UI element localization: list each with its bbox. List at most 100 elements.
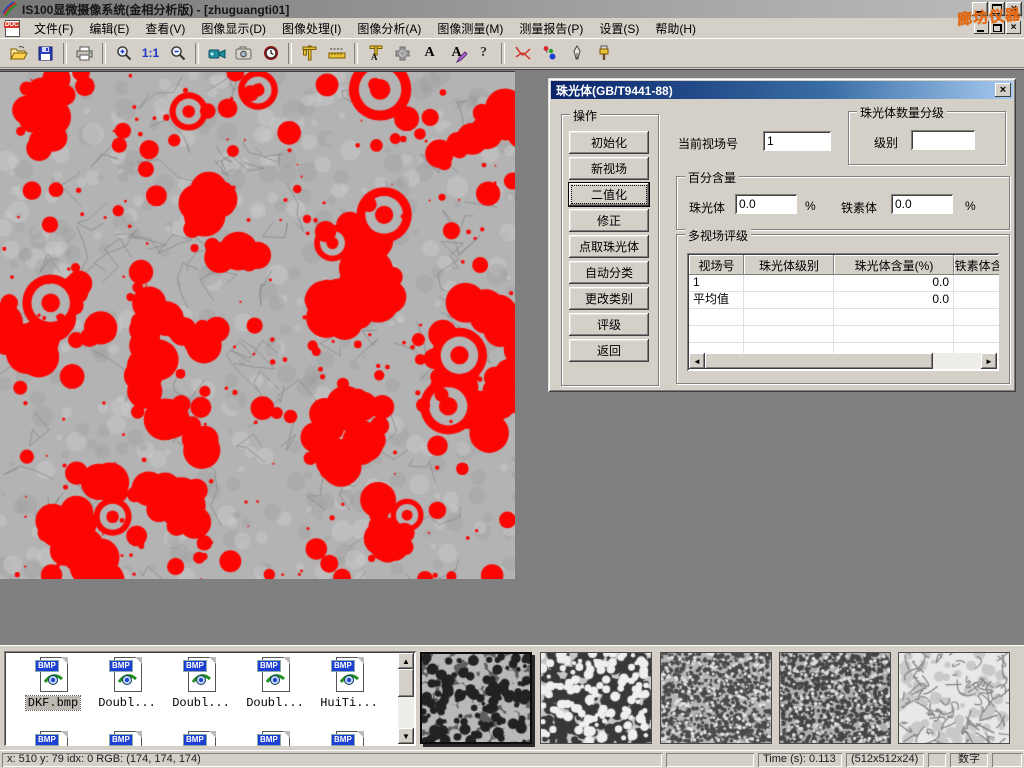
menu-bar: DOC 文件(F) 编辑(E) 查看(V) 图像显示(D) 图像处理(I) 图像…: [0, 18, 1024, 39]
col-field-number[interactable]: 视场号: [689, 255, 744, 275]
file-item[interactable]: BMP HuiTi...: [312, 657, 386, 710]
status-bar: x: 510 y: 79 idx: 0 RGB: (174, 174, 174)…: [0, 750, 1024, 768]
menu-report[interactable]: 测量报告(P): [511, 18, 591, 39]
file-name[interactable]: Doubl...: [244, 696, 306, 710]
actual-size-button[interactable]: 1:1: [137, 41, 164, 65]
file-item[interactable]: BMP: [238, 731, 312, 746]
sample-thumbnail-3[interactable]: [660, 652, 772, 744]
scroll-down-button[interactable]: ▼: [398, 728, 414, 744]
pointer-pen-button[interactable]: [563, 41, 590, 65]
bmp-file-icon: BMP: [331, 731, 367, 746]
ruler-button[interactable]: [323, 41, 350, 65]
grid-cross-button[interactable]: [389, 41, 416, 65]
table-row[interactable]: 1 0.0: [689, 275, 999, 292]
text-edit-button[interactable]: A: [443, 41, 470, 65]
col-ferrite-content[interactable]: 铁素体含量(%): [954, 255, 999, 275]
return-button[interactable]: 返回: [569, 339, 649, 362]
one-to-one-icon: 1:1: [142, 46, 159, 60]
dialog-titlebar[interactable]: 珠光体(GB/T9441-88): [551, 81, 1013, 99]
timer-button[interactable]: [257, 41, 284, 65]
zoom-in-button[interactable]: [110, 41, 137, 65]
toolbar-separator: [288, 43, 292, 64]
col-pearlite-level[interactable]: 珠光体级别: [744, 255, 834, 275]
pearlite-percent-input[interactable]: [735, 194, 797, 214]
table-row-empty: [689, 326, 999, 343]
menu-image-process[interactable]: 图像处理(I): [274, 18, 349, 39]
file-item[interactable]: BMP Doubl...: [90, 657, 164, 710]
metallograph-image[interactable]: [0, 71, 515, 579]
menu-view[interactable]: 查看(V): [137, 18, 193, 39]
save-button[interactable]: [32, 41, 59, 65]
grade-button[interactable]: 评级: [569, 313, 649, 336]
curve-measure-button[interactable]: [509, 41, 536, 65]
file-name[interactable]: HuiTi...: [318, 696, 380, 710]
ferrite-percent-input[interactable]: [891, 194, 953, 214]
file-name[interactable]: Doubl...: [96, 696, 158, 710]
file-item[interactable]: BMP: [312, 731, 386, 746]
menu-edit[interactable]: 编辑(E): [81, 18, 137, 39]
file-item[interactable]: BMP Doubl...: [238, 657, 312, 710]
file-item[interactable]: BMP: [90, 731, 164, 746]
init-button[interactable]: 初始化: [569, 131, 649, 154]
measure-label-button[interactable]: A: [362, 41, 389, 65]
table-row[interactable]: 平均值 0.0: [689, 292, 999, 309]
dialog-close-button[interactable]: ×: [995, 83, 1011, 97]
file-name[interactable]: Doubl...: [170, 696, 232, 710]
file-name[interactable]: DKF.bmp: [26, 696, 80, 710]
sample-thumbnail-1[interactable]: [420, 652, 532, 744]
correct-button[interactable]: 修正: [569, 209, 649, 232]
menu-file[interactable]: 文件(F): [26, 18, 81, 39]
menu-settings[interactable]: 设置(S): [591, 18, 647, 39]
bmp-file-icon: BMP: [257, 731, 293, 746]
menu-image-measure[interactable]: 图像测量(M): [429, 18, 511, 39]
vscroll-thumb[interactable]: [398, 669, 414, 697]
operations-group: 操作 初始化 新视场 二值化 修正 点取珠光体 自动分类 更改类别 评级 返回: [561, 114, 659, 386]
file-item[interactable]: BMP: [16, 731, 90, 746]
file-item[interactable]: BMP DKF.bmp: [16, 657, 90, 710]
document-icon: DOC: [4, 20, 20, 36]
scroll-left-button[interactable]: ◄: [689, 353, 705, 369]
hscroll-thumb[interactable]: [705, 353, 933, 369]
svg-text:A: A: [371, 52, 378, 61]
file-item[interactable]: BMP: [164, 731, 238, 746]
current-field-input[interactable]: [763, 131, 831, 151]
menu-help[interactable]: 帮助(H): [647, 18, 704, 39]
scroll-right-button[interactable]: ►: [981, 353, 997, 369]
sample-thumbnail-5[interactable]: [898, 652, 1010, 744]
video-capture-button[interactable]: [203, 41, 230, 65]
percentage-group: 百分含量 珠光体 % 铁素体 %: [676, 176, 1010, 230]
caliper-button[interactable]: [296, 41, 323, 65]
table-row-empty: [689, 309, 999, 326]
pick-pearlite-button[interactable]: 点取珠光体: [569, 235, 649, 258]
level-input[interactable]: [911, 130, 975, 150]
auto-classify-button[interactable]: 自动分类: [569, 261, 649, 284]
toolbar-separator: [354, 43, 358, 64]
help-button[interactable]: ?: [470, 41, 497, 65]
col-pearlite-content[interactable]: 珠光体含量(%): [834, 255, 954, 275]
file-item[interactable]: BMP Doubl...: [164, 657, 238, 710]
phase-dots-button[interactable]: [536, 41, 563, 65]
red-curve-icon: [514, 45, 532, 61]
menu-image-analysis[interactable]: 图像分析(A): [349, 18, 429, 39]
count-grading-title: 珠光体数量分级: [857, 104, 947, 121]
sample-thumbnail-2[interactable]: [540, 652, 652, 744]
multi-field-group: 多视场评级 视场号 珠光体级别 珠光体含量(%) 铁素体含量(%) 1 0.0 …: [676, 234, 1010, 384]
app-icon: [2, 1, 18, 17]
menu-image-display[interactable]: 图像显示(D): [193, 18, 274, 39]
zoom-out-button[interactable]: [164, 41, 191, 65]
open-file-button[interactable]: [5, 41, 32, 65]
scroll-left-icon: ◄: [693, 357, 701, 366]
text-annotation-button[interactable]: A: [416, 41, 443, 65]
cross-grid-icon: [395, 46, 410, 61]
brush-button[interactable]: [590, 41, 617, 65]
hscroll-track[interactable]: [933, 353, 981, 369]
percentage-title: 百分含量: [685, 169, 739, 186]
sample-thumbnail-4[interactable]: [779, 652, 891, 744]
new-field-button[interactable]: 新视场: [569, 157, 649, 180]
camera-capture-button[interactable]: [230, 41, 257, 65]
bmp-file-icon: BMP: [183, 731, 219, 746]
scroll-up-button[interactable]: ▲: [398, 653, 414, 669]
change-class-button[interactable]: 更改类别: [569, 287, 649, 310]
binarize-button[interactable]: 二值化: [568, 182, 650, 207]
print-button[interactable]: [71, 41, 98, 65]
